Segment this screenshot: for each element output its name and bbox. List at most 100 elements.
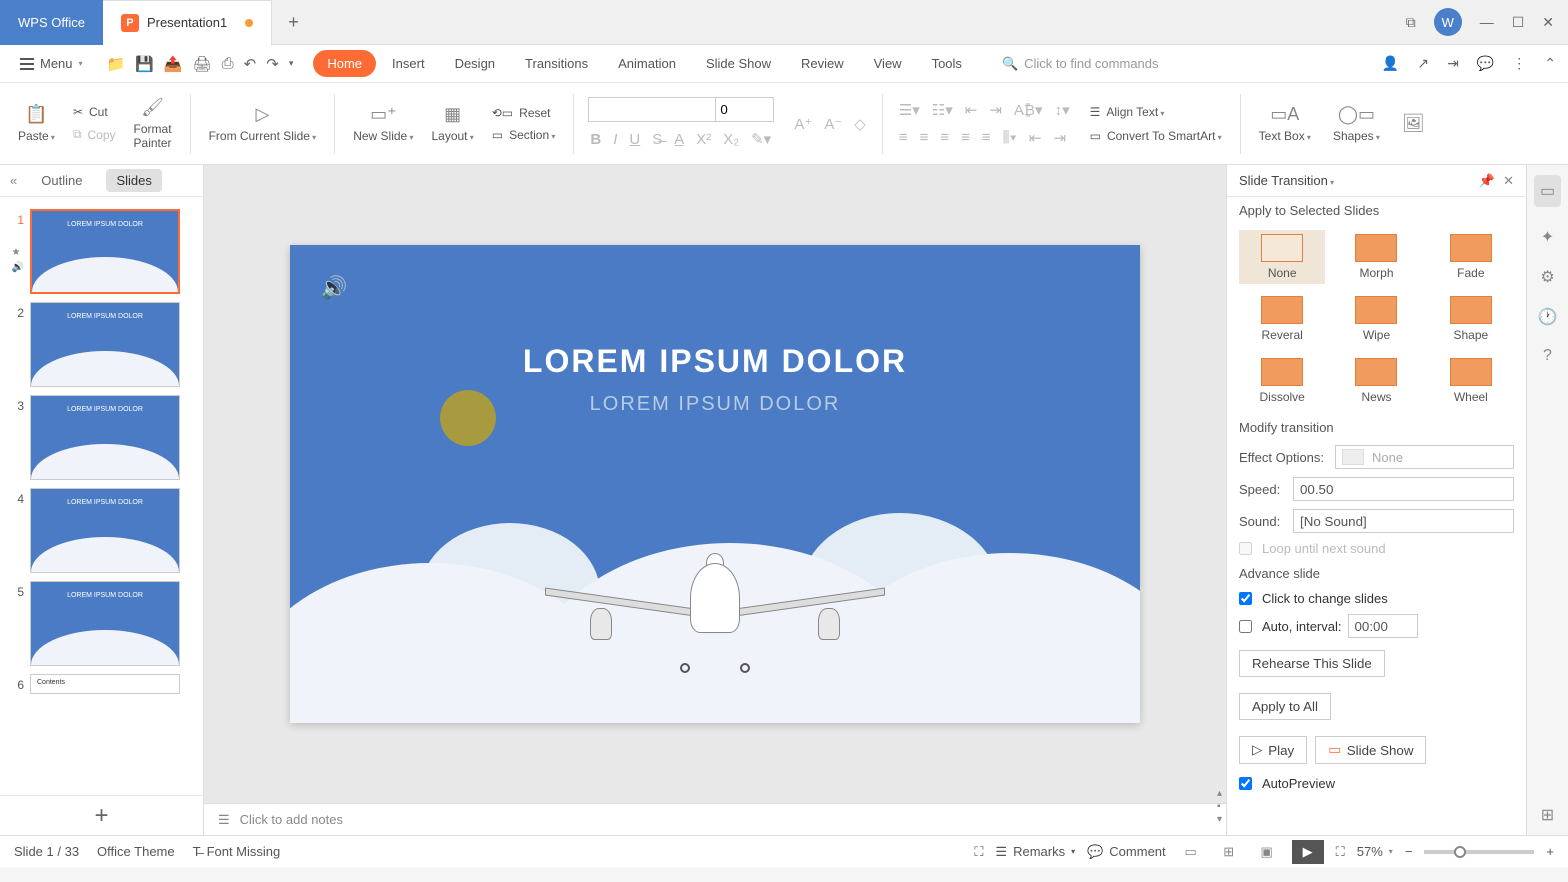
font-size-input[interactable] [716, 97, 774, 122]
slideshow-play-button[interactable]: ▶ [1292, 840, 1324, 864]
slide-show-button[interactable]: ▭Slide Show [1315, 736, 1426, 764]
bullets-button[interactable]: ☰▾ [897, 99, 922, 121]
scroll-markers[interactable]: ▴▪▾ [1217, 788, 1222, 825]
transition-none[interactable]: None [1239, 230, 1325, 284]
wps-office-tab[interactable]: WPS Office [0, 0, 103, 45]
command-search[interactable]: 🔍 Click to find commands [1002, 56, 1159, 72]
tab-review[interactable]: Review [787, 50, 858, 77]
text-box-button[interactable]: ▭A Text Box [1255, 102, 1315, 145]
outline-tab[interactable]: Outline [31, 169, 92, 192]
italic-button[interactable]: I [611, 129, 619, 150]
close-icon[interactable]: ✕ [1542, 14, 1554, 31]
help-pane-icon[interactable]: ? [1543, 347, 1552, 365]
font-name-input[interactable] [588, 97, 716, 122]
tab-animation[interactable]: Animation [604, 50, 690, 77]
columns-button[interactable]: ⫼▾ [1001, 127, 1019, 148]
slide-thumbnail[interactable]: LOREM IPSUM DOLOR [30, 581, 180, 666]
convert-smartart-button[interactable]: ▭Convert To SmartArt [1086, 127, 1226, 145]
align-center-button[interactable]: ≡ [918, 127, 931, 148]
increase-indent-button[interactable]: ⇥ [987, 99, 1004, 121]
collapse-panel-icon[interactable]: « [10, 173, 17, 188]
font-color-button[interactable]: A̲ [672, 129, 686, 150]
slide-thumbnail[interactable]: LOREM IPSUM DOLOR [30, 488, 180, 573]
click-checkbox[interactable] [1239, 592, 1252, 605]
increase-font-button[interactable]: A⁺ [792, 113, 814, 135]
transition-fade[interactable]: Fade [1428, 230, 1514, 284]
undo-icon[interactable]: ↶ [244, 55, 257, 73]
normal-view-icon[interactable]: ▭ [1178, 842, 1204, 862]
document-tab[interactable]: P Presentation1 [103, 0, 272, 45]
highlight-button[interactable]: ✎▾ [749, 128, 773, 150]
qat-dropdown-icon[interactable]: ▾ [289, 58, 294, 69]
fit-slide-icon[interactable]: ⛶ [1336, 844, 1345, 860]
sorter-view-icon[interactable]: ⊞ [1216, 842, 1242, 862]
more-icon[interactable]: ⋮ [1512, 55, 1526, 72]
tab-insert[interactable]: Insert [378, 50, 439, 77]
slides-tab[interactable]: Slides [106, 169, 161, 192]
tab-transitions[interactable]: Transitions [511, 50, 602, 77]
play-button[interactable]: ▷Play [1239, 736, 1307, 764]
superscript-button[interactable]: X² [694, 129, 713, 150]
align-text-button[interactable]: ☰Align Text [1086, 103, 1226, 121]
new-tab-button[interactable]: + [272, 12, 315, 33]
text-direction-button[interactable]: A₿▾ [1012, 99, 1045, 121]
add-slide-button[interactable]: + [0, 795, 203, 835]
redo-icon[interactable]: ↷ [266, 55, 279, 73]
numbering-button[interactable]: ☷▾ [930, 99, 955, 121]
picture-button[interactable]: 🖼 [1398, 111, 1429, 136]
pin-icon[interactable]: ⇥ [1447, 55, 1459, 72]
slide-thumbnail[interactable]: LOREM IPSUM DOLOR [30, 395, 180, 480]
theme-label[interactable]: Office Theme [97, 844, 175, 859]
zoom-in-button[interactable]: + [1546, 844, 1554, 859]
collapse-ribbon-icon[interactable]: ⌃ [1544, 55, 1556, 72]
from-current-slide-button[interactable]: ▷ From Current Slide [205, 102, 321, 145]
animation-pane-icon[interactable]: ✦ [1541, 227, 1554, 247]
maximize-icon[interactable]: ☐ [1512, 14, 1525, 31]
slide-counter[interactable]: Slide 1 / 33 [14, 844, 79, 859]
slide-canvas[interactable]: 🔊 LOREM IPSUM DOLOR LOREM IPSUM DOLOR [290, 245, 1140, 723]
align-left-button[interactable]: ≡ [897, 127, 910, 148]
section-button[interactable]: ▭Section [488, 126, 560, 144]
thumbnails-list[interactable]: 1 ★🔊 LOREM IPSUM DOLOR 2 LOREM IPSUM DOL… [0, 197, 203, 795]
line-spacing-button[interactable]: ↕▾ [1053, 99, 1072, 121]
decrease-indent-button[interactable]: ⇤ [963, 99, 980, 121]
comment-button[interactable]: 💬Comment [1087, 844, 1166, 860]
slide-title[interactable]: LOREM IPSUM DOLOR [290, 343, 1140, 380]
justify-button[interactable]: ≡ [959, 127, 972, 148]
tab-design[interactable]: Design [441, 50, 509, 77]
rehearse-button[interactable]: Rehearse This Slide [1239, 650, 1385, 677]
zoom-slider[interactable] [1424, 850, 1534, 854]
indent-right-button[interactable]: ⇥ [1051, 127, 1068, 149]
zoom-out-button[interactable]: − [1405, 844, 1413, 859]
layout-button[interactable]: ▦ Layout [427, 102, 477, 145]
task-pane-title[interactable]: Slide Transition [1239, 173, 1471, 188]
cut-button[interactable]: ✂Cut [69, 103, 120, 121]
share-icon[interactable]: ↗ [1417, 55, 1429, 72]
transition-wipe[interactable]: Wipe [1333, 292, 1419, 346]
sound-select[interactable] [1293, 509, 1514, 533]
reading-view-icon[interactable]: ▣ [1254, 842, 1280, 862]
autopreview-checkbox[interactable] [1239, 777, 1252, 790]
tab-home[interactable]: Home [313, 50, 376, 77]
align-right-button[interactable]: ≡ [938, 127, 951, 148]
shapes-button[interactable]: ◯▭ Shapes [1329, 102, 1384, 145]
clear-format-button[interactable]: ◇ [852, 113, 868, 135]
tab-tools[interactable]: Tools [918, 50, 976, 77]
tab-slide-show[interactable]: Slide Show [692, 50, 785, 77]
menu-button[interactable]: Menu ▾ [12, 51, 91, 76]
notes-pane[interactable]: ☰ Click to add notes [204, 803, 1226, 835]
auto-interval-input[interactable] [1348, 614, 1418, 638]
transition-dissolve[interactable]: Dissolve [1239, 354, 1325, 408]
distribute-button[interactable]: ≡ [980, 127, 993, 148]
properties-pane-icon[interactable]: ⚙ [1540, 267, 1554, 287]
auto-checkbox[interactable] [1239, 620, 1252, 633]
close-pane-icon[interactable]: ✕ [1503, 173, 1514, 189]
bold-button[interactable]: B [588, 129, 603, 150]
grid-icon[interactable]: ⊞ [1541, 805, 1554, 825]
minimize-icon[interactable]: — [1480, 14, 1494, 30]
transition-shape[interactable]: Shape [1428, 292, 1514, 346]
speed-input[interactable] [1293, 477, 1514, 501]
reset-button[interactable]: ⟲▭Reset [488, 104, 560, 122]
window-layout-icon[interactable]: ⧉ [1406, 14, 1416, 31]
font-missing-warning[interactable]: T̶Font Missing [193, 844, 281, 859]
